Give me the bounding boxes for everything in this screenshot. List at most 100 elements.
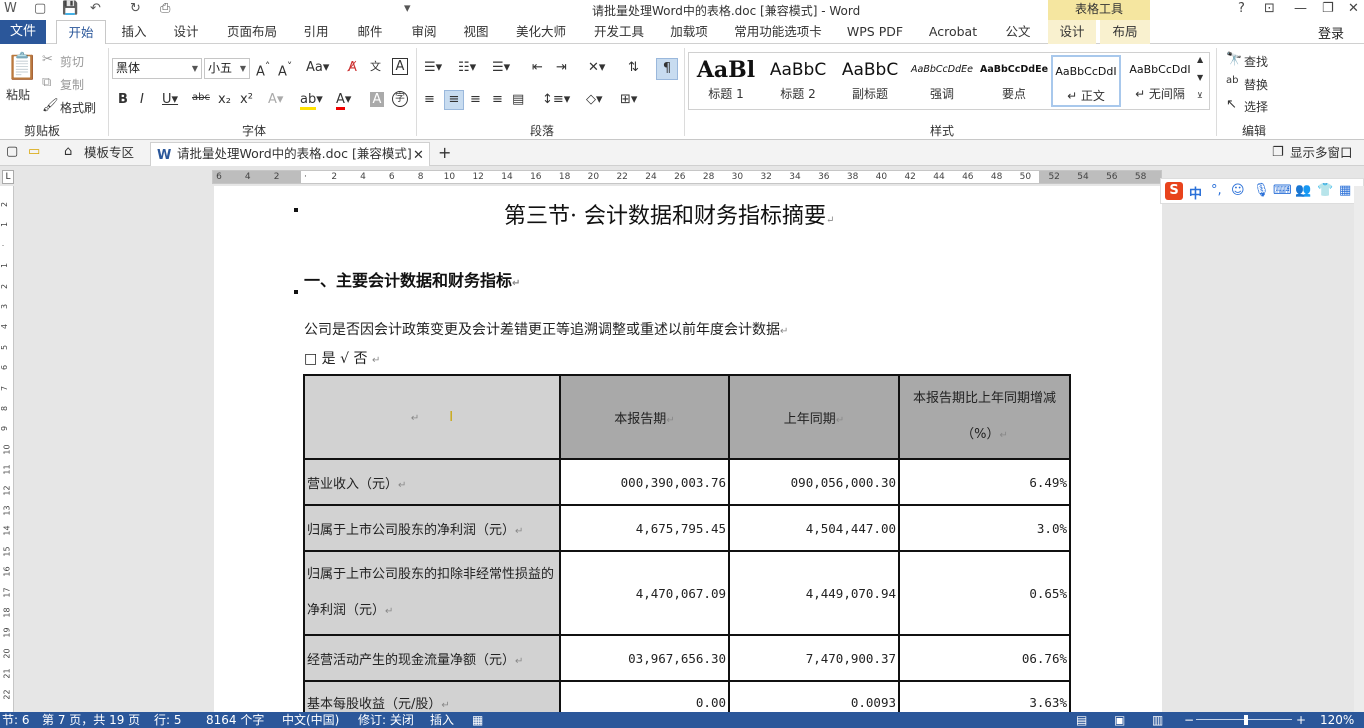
status-word-count[interactable]: 8164 个字	[206, 712, 264, 728]
value-cell[interactable]: 7,470,900.37	[728, 634, 900, 682]
new-doc-icon[interactable]: ▢	[34, 1, 46, 16]
value-cell[interactable]: 03,967,656.30	[559, 634, 730, 682]
tab-review[interactable]: 审阅	[402, 20, 446, 44]
ime-user-icon[interactable]: 👥	[1295, 183, 1311, 198]
font-name-select[interactable]: 黑体 ▼	[112, 58, 202, 79]
ime-keyboard-icon[interactable]: ⌨	[1273, 183, 1292, 198]
value-cell[interactable]: 4,675,795.45	[559, 504, 730, 552]
align-left-icon[interactable]: ≡	[424, 92, 435, 107]
distributed-icon[interactable]: ▤	[512, 92, 524, 107]
folder-icon[interactable]: ▭	[28, 144, 40, 159]
zoom-slider-thumb[interactable]	[1244, 715, 1248, 725]
read-mode-icon[interactable]: ▤	[1076, 712, 1087, 728]
tab-file[interactable]: 文件	[0, 20, 46, 44]
format-painter-button[interactable]: 格式刷	[60, 99, 96, 116]
value-cell[interactable]: 4,470,067.09	[559, 550, 730, 636]
style-emphasis[interactable]: AaBbCcDdEe 强调	[907, 55, 977, 107]
replace-button[interactable]: 替换	[1244, 76, 1268, 93]
row-label-cell[interactable]: 归属于上市公司股东的净利润（元）↵	[303, 504, 561, 552]
ime-chinese-mode-icon[interactable]: 中	[1189, 183, 1202, 202]
paste-icon[interactable]: 📋	[6, 52, 38, 82]
status-mode[interactable]: 插入	[430, 712, 454, 728]
superscript-icon[interactable]: x²	[240, 92, 253, 107]
bullets-icon[interactable]: ☰▾	[424, 60, 442, 75]
tab-wps-pdf[interactable]: WPS PDF	[842, 20, 908, 44]
close-tab-icon[interactable]: ✕	[413, 145, 424, 167]
status-section[interactable]: 节: 6	[2, 712, 30, 728]
clear-format-icon[interactable]: A̸	[348, 60, 357, 75]
multilevel-list-icon[interactable]: ☰▾	[492, 60, 510, 75]
ime-punctuation-icon[interactable]: °,	[1211, 183, 1222, 198]
justify-icon[interactable]: ≡	[492, 92, 503, 107]
enclose-char-icon[interactable]: 字	[392, 91, 408, 107]
shrink-font-icon[interactable]: A˅	[278, 60, 292, 79]
print-icon[interactable]: ⎙	[160, 1, 170, 16]
increase-indent-icon[interactable]: ⇥	[556, 60, 567, 75]
header-cell[interactable]: 本报告期↵	[559, 374, 730, 460]
subscript-icon[interactable]: x₂	[218, 92, 231, 107]
tab-addins[interactable]: 加载项	[664, 20, 714, 44]
decrease-indent-icon[interactable]: ⇤	[532, 60, 543, 75]
style-strong[interactable]: AaBbCcDdEe 要点	[979, 55, 1049, 107]
undo-icon[interactable]: ↶	[90, 1, 101, 16]
tab-selector-icon[interactable]: L	[2, 170, 14, 184]
style-no-spacing[interactable]: AaBbCcDdI ↵ 无间隔	[1125, 55, 1195, 107]
tab-design[interactable]: 设计	[164, 20, 208, 44]
macro-record-icon[interactable]: ▦	[472, 712, 483, 728]
char-shading-icon[interactable]: A	[370, 92, 384, 107]
value-cell[interactable]: 6.49%	[898, 458, 1071, 506]
status-language[interactable]: 中文(中国)	[282, 712, 339, 728]
zoom-level[interactable]: 120%	[1320, 712, 1354, 728]
value-cell[interactable]: 090,056,000.30	[728, 458, 900, 506]
gallery-up-icon[interactable]: ▲	[1197, 55, 1203, 64]
bold-icon[interactable]: B	[118, 92, 128, 107]
save-icon[interactable]: 💾	[62, 1, 78, 16]
redo-icon[interactable]: ↻	[130, 1, 141, 16]
tab-references[interactable]: 引用	[294, 20, 338, 44]
cut-button[interactable]: 剪切	[60, 53, 84, 70]
value-cell[interactable]: 06.76%	[898, 634, 1071, 682]
align-center-icon[interactable]: ≡	[444, 90, 464, 110]
align-right-icon[interactable]: ≡	[470, 92, 481, 107]
current-doc-tab[interactable]: W 请批量处理Word中的表格.doc [兼容模式] ✕	[150, 142, 430, 166]
tab-developer[interactable]: 开发工具	[588, 20, 650, 44]
text-effects-icon[interactable]: A▾	[268, 92, 283, 107]
paste-button[interactable]: 粘贴	[6, 86, 30, 103]
phonetic-guide-icon[interactable]: 文	[370, 58, 381, 74]
help-button[interactable]: ?	[1238, 1, 1245, 16]
style-subtitle[interactable]: AaBbC 副标题	[835, 55, 905, 107]
grow-font-icon[interactable]: A˄	[256, 60, 270, 79]
header-cell[interactable]: 本报告期比上年同期增减（%）↵	[898, 374, 1071, 460]
borders-icon[interactable]: ⊞▾	[620, 92, 637, 107]
style-normal[interactable]: AaBbCcDdI ↵ 正文	[1051, 55, 1121, 107]
horizontal-ruler[interactable]: 6 4 2 · 2 4 6 8 10 12 14 16 18 20 22 24 26 28 30 32 34 36 38 40…	[212, 170, 1162, 184]
zoom-in-icon[interactable]: +	[1296, 712, 1306, 728]
status-revision[interactable]: 修订: 关闭	[358, 712, 414, 728]
tab-official-doc[interactable]: 公文	[996, 20, 1040, 44]
close-icon[interactable]: ✕	[1348, 1, 1359, 16]
row-label-cell[interactable]: 经营活动产生的现金流量净额（元）↵	[303, 634, 561, 682]
login-link[interactable]: 登录	[1318, 23, 1344, 42]
find-button[interactable]: 查找	[1244, 53, 1268, 70]
minimize-icon[interactable]: —	[1294, 1, 1307, 16]
style-heading-2[interactable]: AaBbC 标题 2	[763, 55, 833, 107]
ime-emoji-icon[interactable]: ☺	[1231, 183, 1245, 198]
header-cell[interactable]: 上年同期↵	[728, 374, 900, 460]
status-line[interactable]: 行: 5	[154, 712, 182, 728]
underline-icon[interactable]: U▾	[162, 92, 178, 107]
tab-beautify[interactable]: 美化大师	[510, 20, 572, 44]
tab-mailings[interactable]: 邮件	[348, 20, 392, 44]
show-marks-icon[interactable]: ¶	[656, 58, 678, 80]
numbering-icon[interactable]: ☷▾	[458, 60, 476, 75]
char-border-icon[interactable]: A	[392, 58, 408, 75]
status-page[interactable]: 第 7 页，共 19 页	[42, 712, 140, 728]
ime-tools-icon[interactable]: ▦	[1339, 183, 1351, 198]
highlight-icon[interactable]: ab▾	[300, 92, 323, 110]
font-size-select[interactable]: 小五 ▼	[204, 58, 250, 79]
copy-button[interactable]: 复制	[60, 76, 84, 93]
row-label-cell[interactable]: 营业收入（元）↵	[303, 458, 561, 506]
font-color-icon[interactable]: A▾	[336, 92, 351, 110]
tab-acrobat[interactable]: Acrobat	[922, 20, 984, 44]
header-cell[interactable]: ↵ I	[303, 374, 561, 460]
sort-icon[interactable]: ⇅	[628, 60, 639, 75]
